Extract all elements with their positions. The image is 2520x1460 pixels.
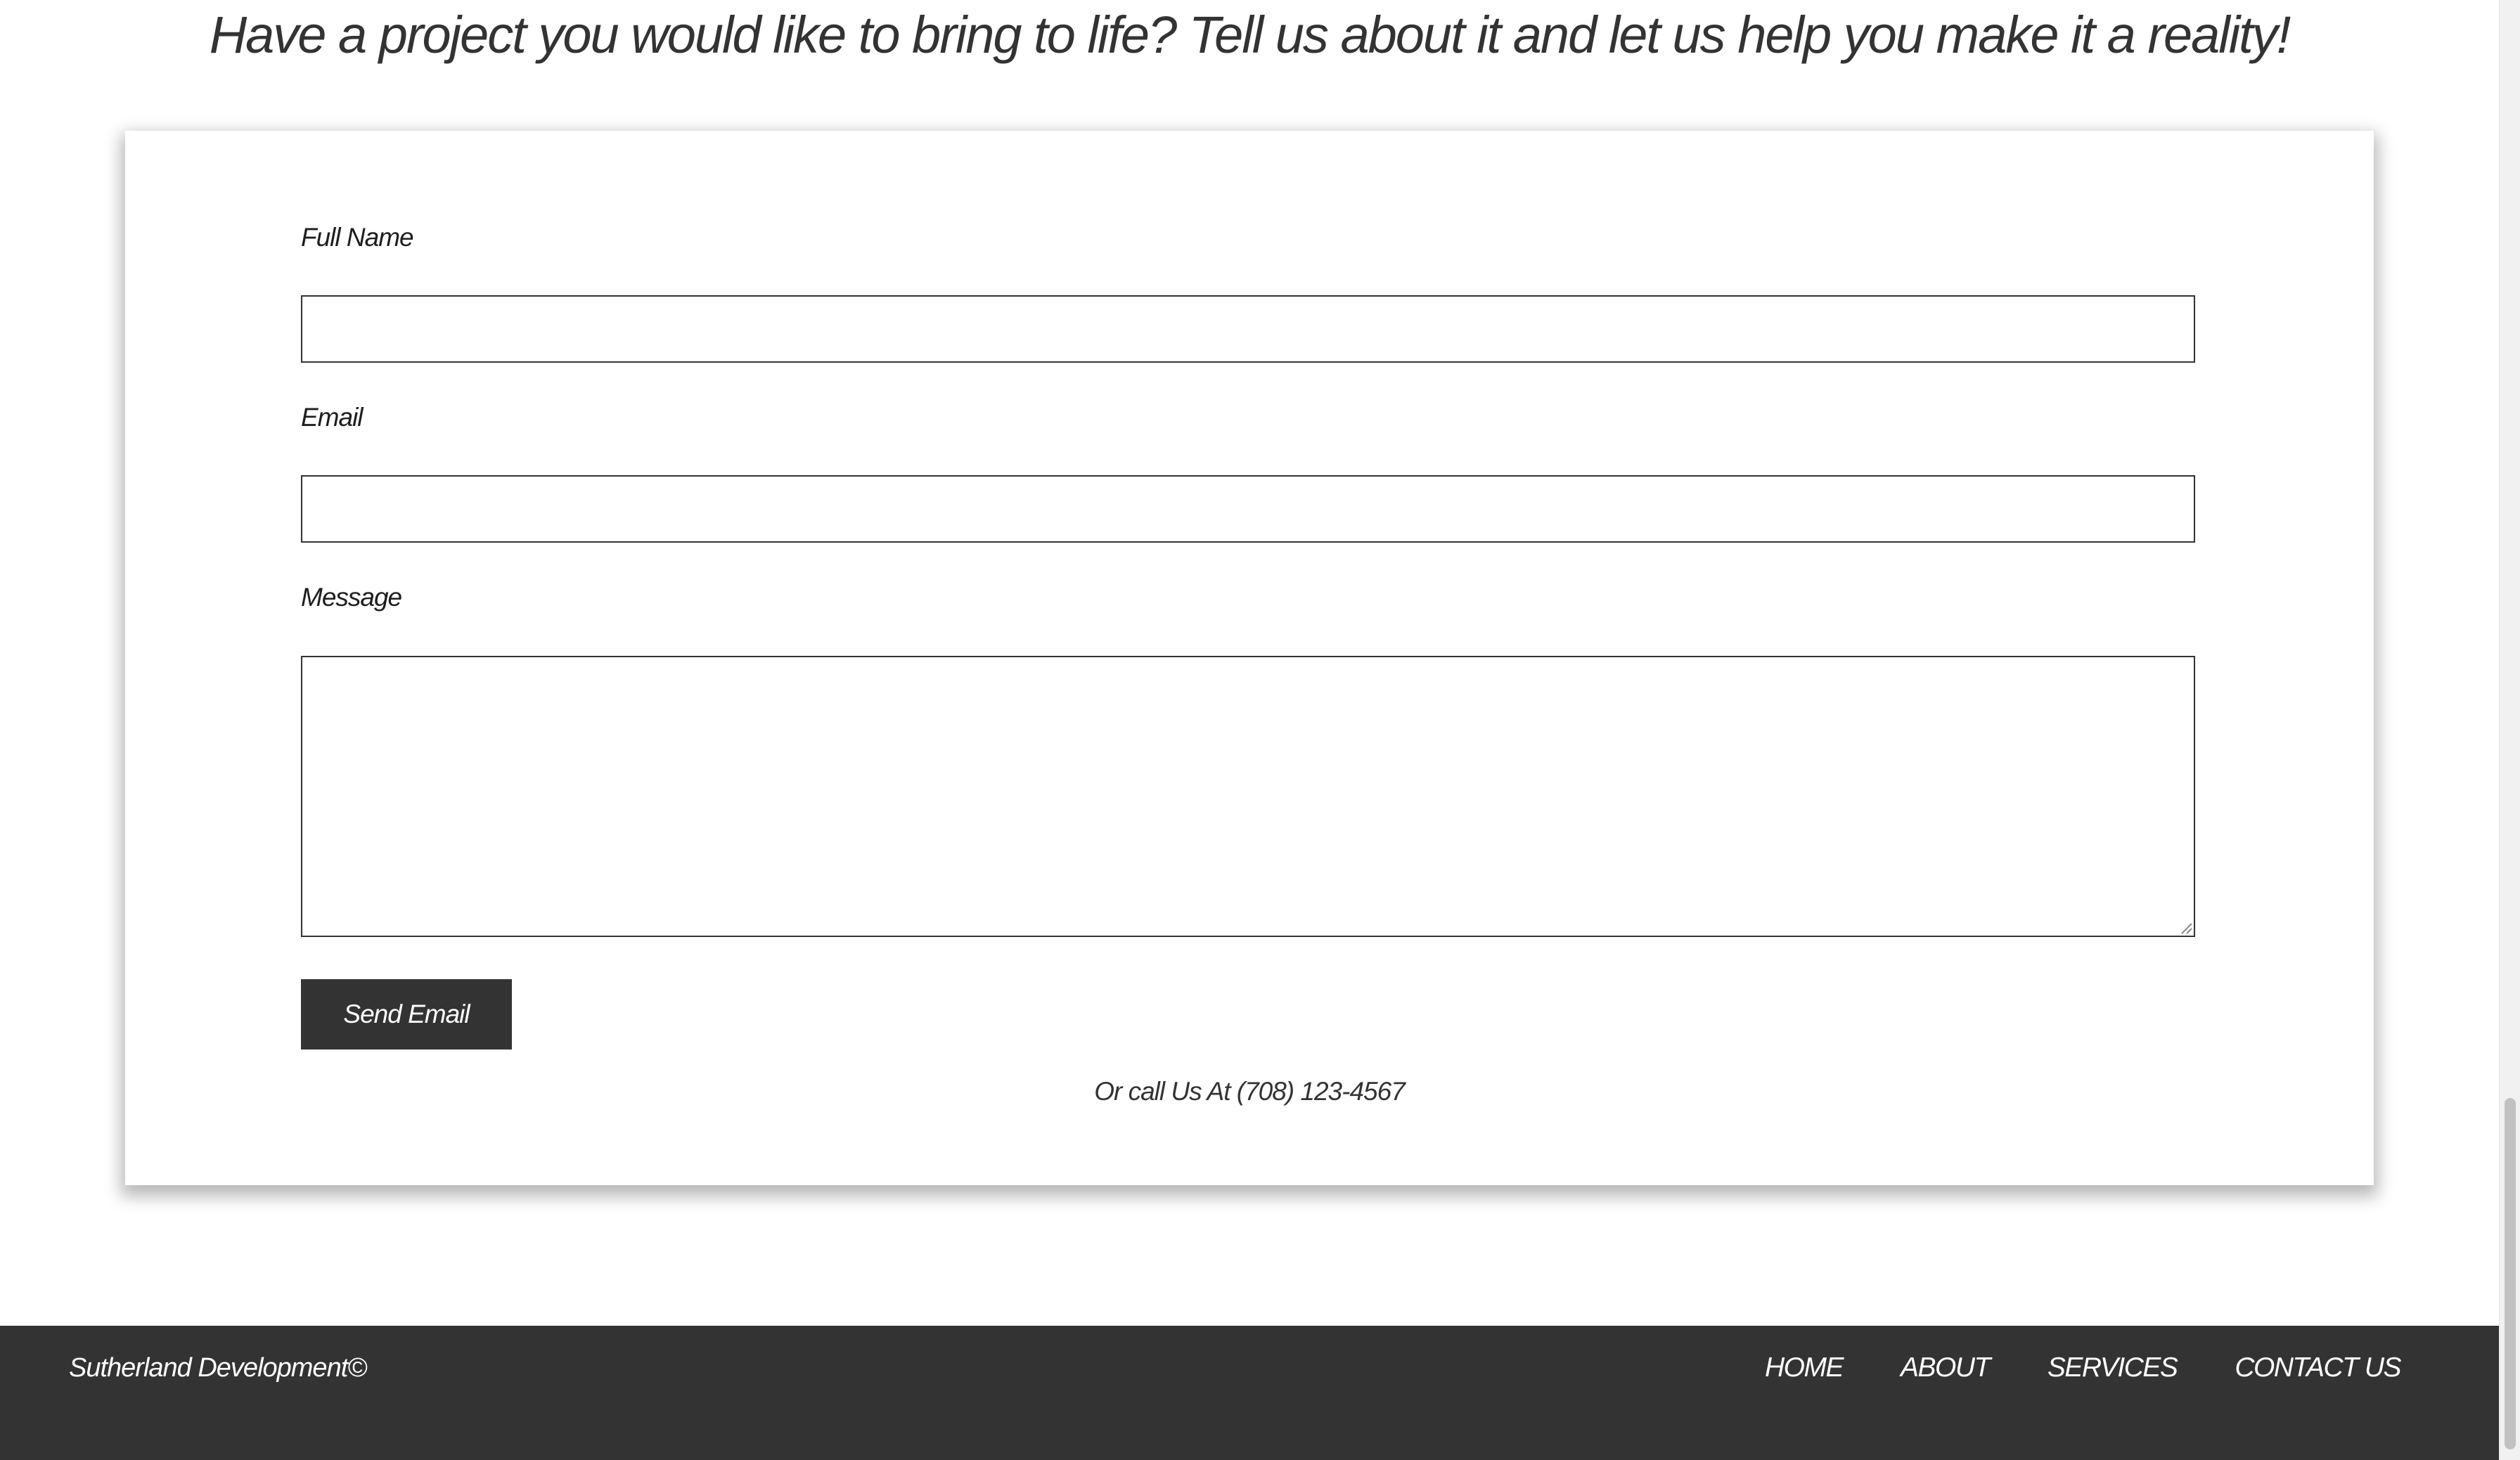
message-label: Message (301, 583, 402, 612)
page-headline: Have a project you would like to bring t… (209, 6, 2291, 64)
footer-nav-home[interactable]: HOME (1765, 1352, 1844, 1383)
email-input[interactable] (301, 475, 2195, 543)
message-textarea[interactable] (301, 656, 2195, 937)
scrollbar-thumb[interactable] (2505, 1098, 2516, 1449)
footer-nav: HOME ABOUT SERVICES CONTACT US (1765, 1326, 2401, 1410)
full-name-label: Full Name (301, 223, 414, 252)
site-footer: Sutherland Development© HOME ABOUT SERVI… (0, 1326, 2499, 1460)
contact-form-card: Full Name Email Message Send Email Or ca… (125, 131, 2374, 1185)
full-name-input[interactable] (301, 295, 2195, 363)
footer-nav-contact-us[interactable]: CONTACT US (2235, 1352, 2401, 1383)
page: Have a project you would like to bring t… (0, 0, 2499, 1460)
footer-nav-services[interactable]: SERVICES (2048, 1352, 2178, 1383)
footer-brand: Sutherland Development© (69, 1353, 367, 1383)
call-us-text: Or call Us At (708) 123-4567 (1094, 1077, 1406, 1106)
footer-nav-about[interactable]: ABOUT (1901, 1352, 1991, 1383)
send-email-button[interactable]: Send Email (301, 979, 512, 1049)
email-label: Email (301, 403, 364, 432)
resize-grip-icon[interactable] (2180, 922, 2192, 934)
